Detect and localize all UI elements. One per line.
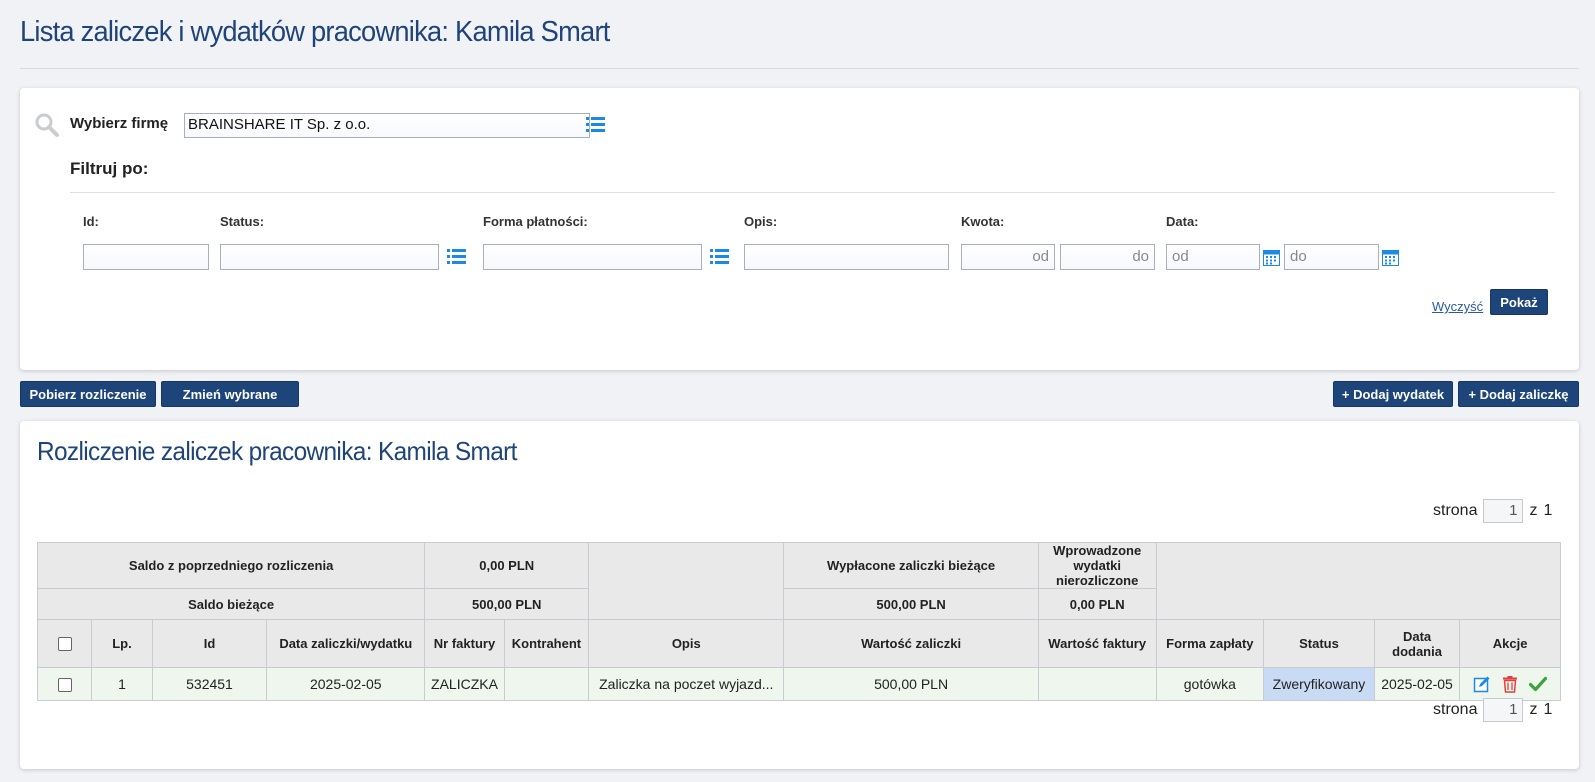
id-filter-label: Id: <box>83 214 99 229</box>
pager-of-label: z <box>1529 502 1538 519</box>
col-id: Id <box>151 619 268 668</box>
date-from-input[interactable]: od <box>1166 244 1260 270</box>
cell-description: Zaliczka na poczet wyjazd... <box>588 667 785 701</box>
search-icon <box>35 113 59 137</box>
filter-panel: Wybierz firmę BRAINSHARE IT Sp. z o.o. F… <box>20 88 1579 370</box>
summary-filler <box>1155 542 1562 620</box>
section-title: Rozliczenie zaliczek pracownika: Kamila … <box>37 436 517 466</box>
cell-advance-value: 500,00 PLN <box>783 667 1039 701</box>
date-to-input[interactable]: do <box>1284 244 1379 270</box>
amount-from-input[interactable]: od <box>961 244 1055 270</box>
add-expense-button[interactable]: + Dodaj wydatek <box>1333 381 1453 407</box>
settlement-table: Saldo z poprzedniego rozliczenia 0,00 PL… <box>36 542 1562 701</box>
pager-label: strona <box>1433 701 1478 718</box>
col-actions: Akcje <box>1459 619 1561 668</box>
unsettled-expenses-value: 0,00 PLN <box>1037 588 1157 620</box>
col-added-date: Data dodania <box>1373 619 1461 668</box>
col-date: Data zaliczki/wydatku <box>266 619 426 668</box>
cell-actions <box>1459 667 1561 701</box>
cell-lp: 1 <box>91 667 153 701</box>
col-invoice-no: Nr faktury <box>424 619 505 668</box>
add-advance-button[interactable]: + Dodaj zaliczkę <box>1458 381 1579 407</box>
amount-to-input[interactable]: do <box>1060 244 1155 270</box>
trash-icon[interactable] <box>1501 675 1519 693</box>
show-button[interactable]: Pokaż <box>1490 289 1548 315</box>
pager-total: 1 <box>1543 502 1553 519</box>
date-from-calendar-icon[interactable] <box>1263 248 1280 266</box>
table-row[interactable]: 1 532451 2025-02-05 ZALICZKA Zaliczka na… <box>36 667 1561 701</box>
description-filter-input[interactable] <box>744 244 949 270</box>
page-number-input[interactable]: 1 <box>1483 698 1524 722</box>
settlement-panel: Rozliczenie zaliczek pracownika: Kamila … <box>20 421 1579 769</box>
col-invoice-value: Wartość faktury <box>1037 619 1157 668</box>
page-title: Lista zaliczek i wydatków pracownika: Ka… <box>20 16 610 48</box>
select-all-checkbox[interactable] <box>57 637 72 652</box>
filter-divider <box>70 192 1555 193</box>
cell-id: 532451 <box>151 667 268 701</box>
clear-filters-link[interactable]: Wyczyść <box>1432 299 1483 314</box>
row-select-cell <box>36 667 93 701</box>
firm-label: Wybierz firmę <box>70 115 169 132</box>
pager-of-label: z <box>1529 701 1538 718</box>
current-balance-label: Saldo bieżące <box>36 588 426 620</box>
download-settlement-button[interactable]: Pobierz rozliczenie <box>20 381 156 407</box>
cell-payment-form: gotówka <box>1155 667 1265 701</box>
pager-top: strona 1 z 1 <box>1433 499 1552 523</box>
paid-advances-value: 500,00 PLN <box>783 588 1039 620</box>
change-selected-button[interactable]: Zmień wybrane <box>161 381 299 407</box>
current-balance-value: 500,00 PLN <box>424 588 590 620</box>
summary-row-previous: Saldo z poprzedniego rozliczenia 0,00 PL… <box>36 542 1562 620</box>
status-filter-label: Status: <box>220 214 265 229</box>
amount-filter-label: Kwota: <box>961 214 1005 229</box>
row-checkbox[interactable] <box>57 678 72 693</box>
payment-list-icon[interactable] <box>710 248 729 265</box>
date-to-calendar-icon[interactable] <box>1382 248 1399 266</box>
edit-icon[interactable] <box>1473 675 1491 693</box>
select-all-header <box>36 619 93 668</box>
col-description: Opis <box>588 619 785 668</box>
description-filter-label: Opis: <box>744 214 778 229</box>
filter-heading: Filtruj po: <box>70 159 149 178</box>
payment-filter-label: Forma płatności: <box>483 214 588 229</box>
prev-balance-label: Saldo z poprzedniego rozliczenia <box>36 542 426 589</box>
unsettled-expenses-label: Wprowadzone wydatki nierozliczone <box>1037 542 1157 589</box>
pager-bottom: strona 1 z 1 <box>1433 698 1552 722</box>
paid-advances-label: Wypłacone zaliczki bieżące <box>783 542 1039 589</box>
status-filter-input[interactable] <box>220 244 439 270</box>
prev-balance-value: 0,00 PLN <box>424 542 590 589</box>
col-payment-form: Forma zapłaty <box>1155 619 1265 668</box>
payment-filter-input[interactable] <box>483 244 702 270</box>
firm-list-icon[interactable] <box>586 116 605 133</box>
cell-contractor <box>503 667 590 701</box>
cell-added-date: 2025-02-05 <box>1373 667 1461 701</box>
col-lp: Lp. <box>91 619 153 668</box>
cell-status: Zweryfikowany <box>1263 667 1375 701</box>
page-number-input[interactable]: 1 <box>1483 499 1524 523</box>
title-divider <box>20 68 1579 69</box>
pager-total: 1 <box>1543 701 1553 718</box>
col-status: Status <box>1263 619 1375 668</box>
firm-select-input[interactable]: BRAINSHARE IT Sp. z o.o. <box>184 113 590 138</box>
pager-label: strona <box>1433 502 1478 519</box>
id-filter-input[interactable] <box>83 244 209 270</box>
status-list-icon[interactable] <box>447 248 466 265</box>
cell-date: 2025-02-05 <box>266 667 426 701</box>
summary-spacer <box>588 542 785 620</box>
check-icon[interactable] <box>1529 675 1548 693</box>
col-advance-value: Wartość zaliczki <box>783 619 1039 668</box>
cell-invoice-value <box>1037 667 1157 701</box>
date-filter-label: Data: <box>1166 214 1199 229</box>
table-header-row: Lp. Id Data zaliczki/wydatku Nr faktury … <box>36 619 1561 668</box>
col-contractor: Kontrahent <box>503 619 590 668</box>
cell-invoice-no: ZALICZKA <box>424 667 505 701</box>
